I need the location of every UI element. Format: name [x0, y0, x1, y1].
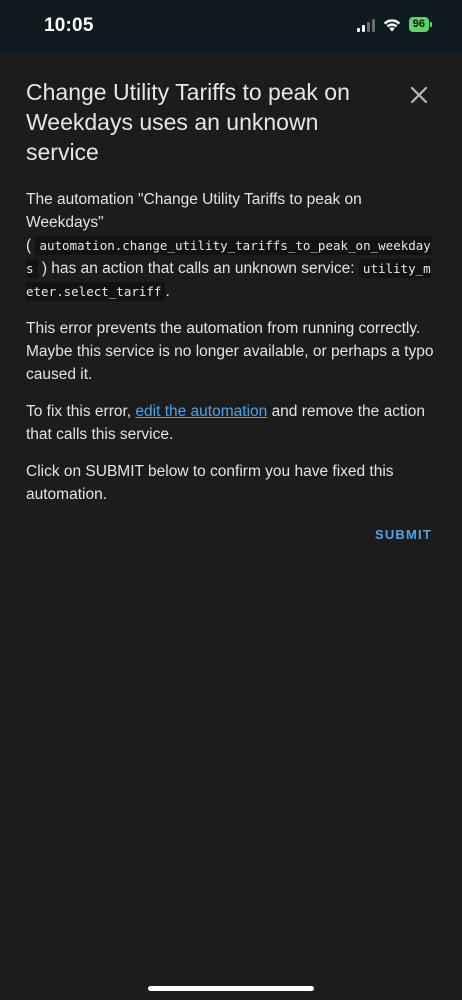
paragraph-description: The automation "Change Utility Tariffs t… [26, 191, 431, 301]
battery-level: 96 [408, 17, 429, 32]
home-indicator[interactable] [148, 986, 314, 991]
status-bar: 10:05 96 [0, 0, 462, 52]
paragraph-fix-instructions: To fix this error, edit the automation a… [26, 403, 425, 443]
dialog-content: The automation "Change Utility Tariffs t… [26, 188, 438, 520]
paragraph-submit-instructions: Click on SUBMIT below to confirm you hav… [26, 463, 394, 503]
cellular-signal-icon [356, 18, 375, 32]
close-icon [410, 86, 428, 104]
status-icons: 96 [356, 17, 432, 32]
dialog-title: Change Utility Tariffs to peak on Weekda… [26, 79, 350, 165]
edit-automation-link[interactable]: edit the automation [135, 403, 267, 420]
paragraph-error-explanation: This error prevents the automation from … [26, 320, 434, 383]
close-button[interactable] [406, 82, 432, 108]
repair-dialog: Change Utility Tariffs to peak on Weekda… [0, 52, 462, 1000]
battery-icon: 96 [408, 17, 432, 32]
status-time: 10:05 [44, 15, 94, 36]
wifi-icon [383, 18, 400, 31]
submit-button[interactable]: SUBMIT [375, 527, 432, 542]
